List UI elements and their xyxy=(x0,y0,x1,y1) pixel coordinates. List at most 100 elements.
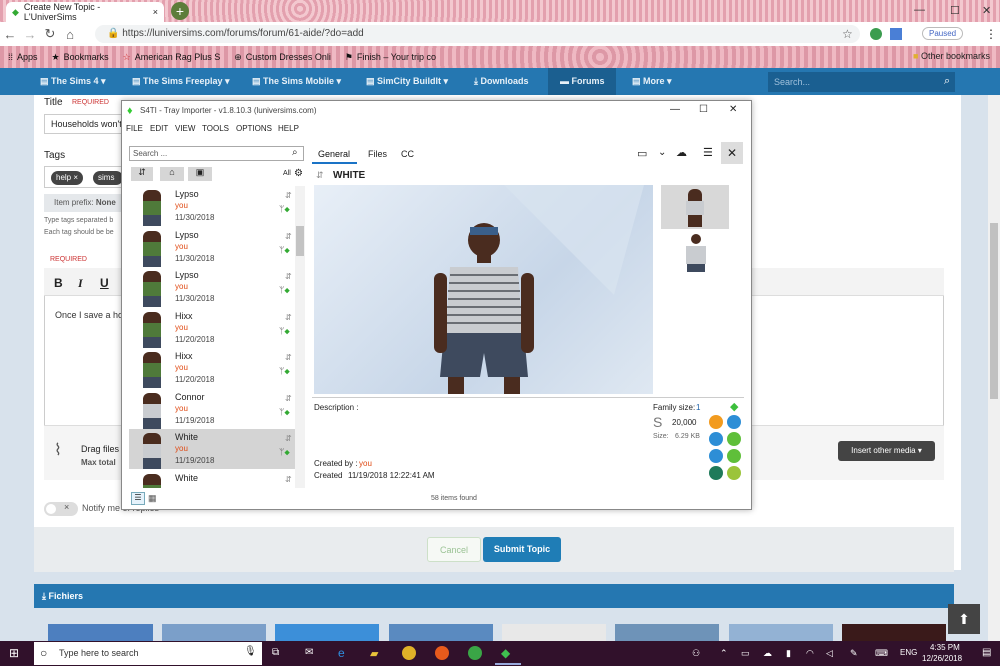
profile-paused[interactable]: Paused xyxy=(922,27,964,40)
filter-rooms-icon[interactable]: ▣ xyxy=(188,167,212,181)
nav-mobile[interactable]: ▤ The Sims Mobile ▾ xyxy=(252,68,346,95)
file-thumbnail[interactable] xyxy=(275,624,379,641)
bookmark-custom-dresses[interactable]: ⊕ Custom Dresses Onli xyxy=(234,52,331,63)
menu-options[interactable]: OPTIONS xyxy=(236,124,272,133)
close-panel-button[interactable]: ✕ xyxy=(721,142,743,164)
language-indicator[interactable]: ENG xyxy=(900,648,917,657)
close-tab-icon[interactable]: × xyxy=(153,7,158,17)
chevron-up-icon[interactable]: ⌃ xyxy=(720,648,728,659)
taskbar-search[interactable]: Type here to search xyxy=(34,642,262,665)
app-minimize-icon[interactable]: — xyxy=(670,104,680,115)
microphone-icon[interactable]: 🎙 xyxy=(244,646,257,657)
close-window-icon[interactable]: ✕ xyxy=(982,4,991,17)
extension-icon[interactable] xyxy=(870,28,882,40)
nav-forums[interactable]: ▬ Forums xyxy=(548,68,616,95)
tray-item[interactable]: Hixx you 11/20/2018 ⇵ ᛘ◆ xyxy=(129,348,296,388)
chrome-icon[interactable] xyxy=(468,646,482,660)
insert-media-button[interactable]: Insert other media ▾ xyxy=(838,441,935,461)
browser-tab[interactable]: ◆ Create New Topic - L'UniverSims × xyxy=(6,2,164,22)
cancel-button[interactable]: Cancel xyxy=(427,537,481,562)
editor-text[interactable]: Once I save a ho xyxy=(55,310,123,320)
file-thumbnail[interactable] xyxy=(389,624,493,641)
item-prefix[interactable]: Item prefix: None xyxy=(44,194,124,212)
bookmark-apps[interactable]: ⁞⁞ Apps xyxy=(8,52,38,62)
chevron-down-icon[interactable]: ⌄ xyxy=(658,147,666,158)
filter-all[interactable]: All xyxy=(283,170,291,177)
edge-icon[interactable]: e xyxy=(338,646,345,660)
new-tab-button[interactable]: + xyxy=(171,2,189,20)
list-view-icon[interactable]: ☰ xyxy=(131,492,145,505)
app-maximize-icon[interactable]: ☐ xyxy=(699,104,708,115)
other-bookmarks[interactable]: ■ Other bookmarks xyxy=(913,51,990,61)
translate-icon[interactable] xyxy=(890,28,902,40)
wifi-icon[interactable]: ◠ xyxy=(806,648,814,659)
tab-general[interactable]: General xyxy=(318,149,350,159)
cloud-icon[interactable]: ☁ xyxy=(763,648,772,659)
italic-button[interactable]: I xyxy=(78,276,83,291)
keyboard-icon[interactable]: ⌨ xyxy=(875,648,888,659)
reload-icon[interactable]: ↻ xyxy=(40,26,60,42)
cloud-download-icon[interactable]: ☁ xyxy=(676,146,687,159)
filter-lots-icon[interactable]: ⌂ xyxy=(160,167,184,181)
bookmark-star-icon[interactable]: ☆ xyxy=(842,27,853,41)
tag-chip[interactable]: help × xyxy=(51,171,84,185)
battery-icon[interactable]: ▮ xyxy=(786,648,791,659)
sims-plumbob-icon[interactable]: ◆ xyxy=(501,646,510,660)
menu-file[interactable]: FILE xyxy=(126,124,143,133)
clock-date[interactable]: 12/26/2018 xyxy=(922,654,962,663)
people-icon[interactable]: ⚇ xyxy=(692,648,700,659)
tray-item[interactable]: Hixx you 11/20/2018 ⇵ ᛘ◆ xyxy=(129,308,296,348)
nav-freeplay[interactable]: ▤ The Sims Freeplay ▾ xyxy=(132,68,232,95)
bookmark-american-rag[interactable]: ☆ American Rag Plus S xyxy=(123,52,221,63)
menu-tools[interactable]: TOOLS xyxy=(202,124,229,133)
back-icon[interactable]: ← xyxy=(0,27,20,42)
hamburger-icon[interactable]: ☰ xyxy=(703,146,713,159)
menu-help[interactable]: HELP xyxy=(278,124,299,133)
mail-icon[interactable]: ✉ xyxy=(305,647,313,658)
url-bar[interactable]: 🔒 https://luniversims.com/forums/forum/6… xyxy=(95,25,860,43)
file-thumbnail[interactable] xyxy=(48,624,153,641)
tray-item-list[interactable]: Lypso you 11/30/2018 ⇵ ᛘ◆ Lypso you 11/30/2018 ⇵… xyxy=(129,186,303,488)
file-thumbnail[interactable] xyxy=(729,624,833,641)
tab-files[interactable]: Files xyxy=(368,149,387,159)
app-close-icon[interactable]: ✕ xyxy=(729,104,737,115)
chrome-menu-icon[interactable]: ⋮ xyxy=(985,27,997,41)
maximize-icon[interactable]: ☐ xyxy=(950,4,960,17)
forward-icon[interactable]: → xyxy=(20,27,40,42)
menu-view[interactable]: VIEW xyxy=(175,124,195,133)
search-icon[interactable]: ⌕ xyxy=(944,75,950,88)
bookmark-finish-trip[interactable]: ⚑ Finish – Your trip co xyxy=(345,52,436,63)
chrome-icon[interactable] xyxy=(402,646,416,660)
filter-households-icon[interactable]: ⇵ xyxy=(131,167,153,181)
notification-icon[interactable]: ▤ xyxy=(982,647,991,658)
page-scrollbar[interactable] xyxy=(988,95,1000,641)
pen-icon[interactable]: ✎ xyxy=(850,648,858,659)
clock-time[interactable]: 4:35 PM xyxy=(930,643,960,652)
notify-toggle[interactable]: × xyxy=(44,502,78,516)
nav-downloads[interactable]: ⤓ Downloads xyxy=(474,68,544,95)
firefox-icon[interactable] xyxy=(435,646,449,660)
list-scrollbar[interactable] xyxy=(295,186,305,488)
tray-item[interactable]: White ⇵ xyxy=(129,470,296,488)
tray-item[interactable]: White you 11/19/2018 ⇵ ᛘ◆ xyxy=(129,429,296,469)
tray-item[interactable]: Lypso you 11/30/2018 ⇵ ᛘ◆ xyxy=(129,267,296,307)
grid-view-icon[interactable]: ▦ xyxy=(148,493,157,504)
sim-thumbnail[interactable] xyxy=(683,234,709,272)
tray-item[interactable]: Connor you 11/19/2018 ⇵ ᛘ◆ xyxy=(129,389,296,429)
home-icon[interactable]: ⌂ xyxy=(60,27,80,42)
file-thumbnail[interactable] xyxy=(502,624,606,641)
tray-item[interactable]: Lypso you 11/30/2018 ⇵ ᛘ◆ xyxy=(129,227,296,267)
gear-icon[interactable]: ⚙ xyxy=(294,168,303,179)
underline-button[interactable]: U xyxy=(100,276,109,290)
site-search-input[interactable]: Search... xyxy=(768,72,955,92)
minimize-icon[interactable]: — xyxy=(914,4,925,16)
file-explorer-icon[interactable]: ▰ xyxy=(370,647,378,660)
tab-cc[interactable]: CC xyxy=(401,149,414,159)
volume-icon[interactable]: ◁ xyxy=(826,648,833,659)
nav-sims4[interactable]: ▤ The Sims 4 ▾ xyxy=(40,68,112,95)
tray-item[interactable]: Lypso you 11/30/2018 ⇵ ᛘ◆ xyxy=(129,186,296,226)
file-thumbnail[interactable] xyxy=(615,624,719,641)
task-view-icon[interactable]: ⧉ xyxy=(272,647,279,658)
app-search-input[interactable]: Search ... xyxy=(129,146,304,161)
bookmark-bookmarks[interactable]: ★ Bookmarks xyxy=(52,52,109,63)
